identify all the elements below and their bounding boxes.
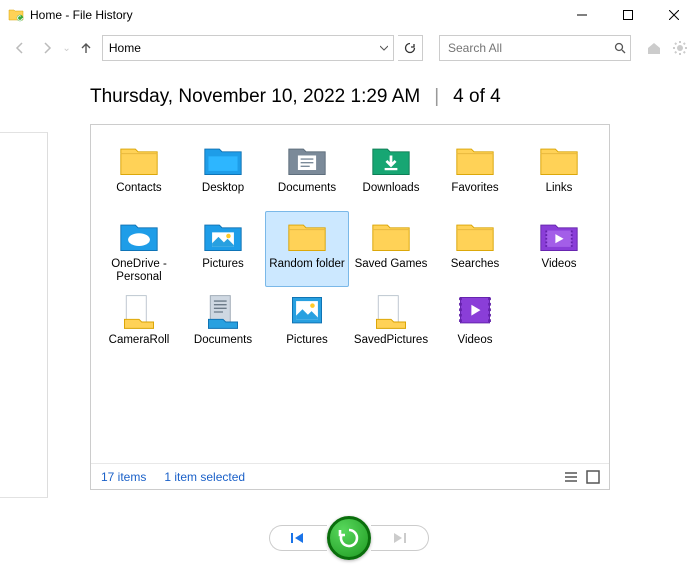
search-icon[interactable] [611, 36, 630, 60]
file-item-label: SavedPictures [354, 334, 428, 347]
close-button[interactable] [651, 0, 697, 30]
playback-controls [0, 516, 697, 560]
file-item[interactable]: CameraRoll [97, 287, 181, 363]
details-view-icon[interactable] [563, 469, 579, 485]
lib-docs-icon [199, 292, 247, 332]
heading-separator: | [434, 86, 439, 108]
folder-blue-icon [199, 140, 247, 180]
file-item[interactable]: Contacts [97, 135, 181, 211]
file-item-label: Searches [451, 258, 500, 271]
file-item[interactable]: Saved Games [349, 211, 433, 287]
restore-button[interactable] [327, 516, 371, 560]
file-item-label: OneDrive - Personal [100, 258, 178, 284]
snapshot-timestamp: Thursday, November 10, 2022 1:29 AM [90, 86, 420, 108]
folder-yellow-icon [451, 216, 499, 256]
window-title: Home - File History [30, 8, 133, 22]
file-item[interactable]: Desktop [181, 135, 265, 211]
large-icons-view-icon[interactable] [585, 469, 601, 485]
lib-saved-icon [367, 292, 415, 332]
navigation-bar: ⌄ [0, 30, 697, 66]
folder-onedrive-icon [115, 216, 163, 256]
file-item[interactable]: Searches [433, 211, 517, 287]
selection-count: 1 item selected [164, 470, 245, 484]
folder-videos-icon [535, 216, 583, 256]
file-item-label: Documents [278, 182, 336, 195]
file-list-pane: Contacts Desktop Documents Downloads Favorit… [90, 124, 610, 490]
folder-yellow-icon [283, 216, 331, 256]
file-item-label: Pictures [286, 334, 328, 347]
address-dropdown-icon[interactable] [375, 36, 393, 60]
lib-camera-icon [115, 292, 163, 332]
folder-yellow-icon [367, 216, 415, 256]
folder-downloads-icon [367, 140, 415, 180]
file-item-label: Links [546, 182, 573, 195]
file-item[interactable]: Videos [433, 287, 517, 363]
snapshot-heading: Thursday, November 10, 2022 1:29 AM | 4 … [90, 86, 697, 108]
back-button[interactable] [8, 36, 31, 60]
history-dropdown-icon[interactable]: ⌄ [62, 43, 70, 54]
file-item[interactable]: Documents [265, 135, 349, 211]
forward-button[interactable] [35, 36, 58, 60]
folder-yellow-icon [535, 140, 583, 180]
item-count: 17 items [101, 470, 146, 484]
address-input[interactable] [103, 36, 375, 60]
file-item-label: CameraRoll [109, 334, 170, 347]
search-box[interactable] [439, 35, 631, 61]
file-item-label: Favorites [451, 182, 498, 195]
minimize-button[interactable] [559, 0, 605, 30]
file-item-label: Videos [542, 258, 577, 271]
home-icon[interactable] [645, 39, 663, 57]
search-input[interactable] [440, 36, 611, 60]
file-item[interactable]: Random folder [265, 211, 349, 287]
address-bar[interactable] [102, 35, 394, 61]
status-bar: 17 items 1 item selected [91, 463, 609, 489]
file-item[interactable]: Downloads [349, 135, 433, 211]
snapshot-position: 4 of 4 [453, 86, 501, 108]
file-grid: Contacts Desktop Documents Downloads Favorit… [91, 125, 609, 373]
file-item[interactable]: Videos [517, 211, 601, 287]
file-item[interactable]: SavedPictures [349, 287, 433, 363]
file-item[interactable]: Favorites [433, 135, 517, 211]
lib-videos-icon [451, 292, 499, 332]
refresh-button[interactable] [398, 35, 423, 61]
file-item-label: Downloads [363, 182, 420, 195]
folder-docs-icon [283, 140, 331, 180]
file-item[interactable]: Documents [181, 287, 265, 363]
file-item-label: Videos [458, 334, 493, 347]
file-item-label: Saved Games [355, 258, 428, 271]
file-item-label: Documents [194, 334, 252, 347]
previous-version-button[interactable] [269, 525, 327, 551]
next-version-button[interactable] [371, 525, 429, 551]
up-button[interactable] [75, 36, 98, 60]
file-item[interactable]: Pictures [181, 211, 265, 287]
file-item[interactable]: Pictures [265, 287, 349, 363]
lib-pictures-icon [283, 292, 331, 332]
file-item-label: Random folder [269, 258, 344, 271]
maximize-button[interactable] [605, 0, 651, 30]
folder-yellow-icon [451, 140, 499, 180]
app-icon [8, 7, 24, 23]
folder-pictures-icon [199, 216, 247, 256]
file-item[interactable]: OneDrive - Personal [97, 211, 181, 287]
file-item[interactable]: Links [517, 135, 601, 211]
file-item-label: Contacts [116, 182, 161, 195]
file-item-label: Pictures [202, 258, 244, 271]
title-bar: Home - File History [0, 0, 697, 30]
gear-icon[interactable] [671, 39, 689, 57]
file-item-label: Desktop [202, 182, 244, 195]
folder-yellow-icon [115, 140, 163, 180]
previous-snapshot-peek[interactable] [0, 132, 48, 498]
